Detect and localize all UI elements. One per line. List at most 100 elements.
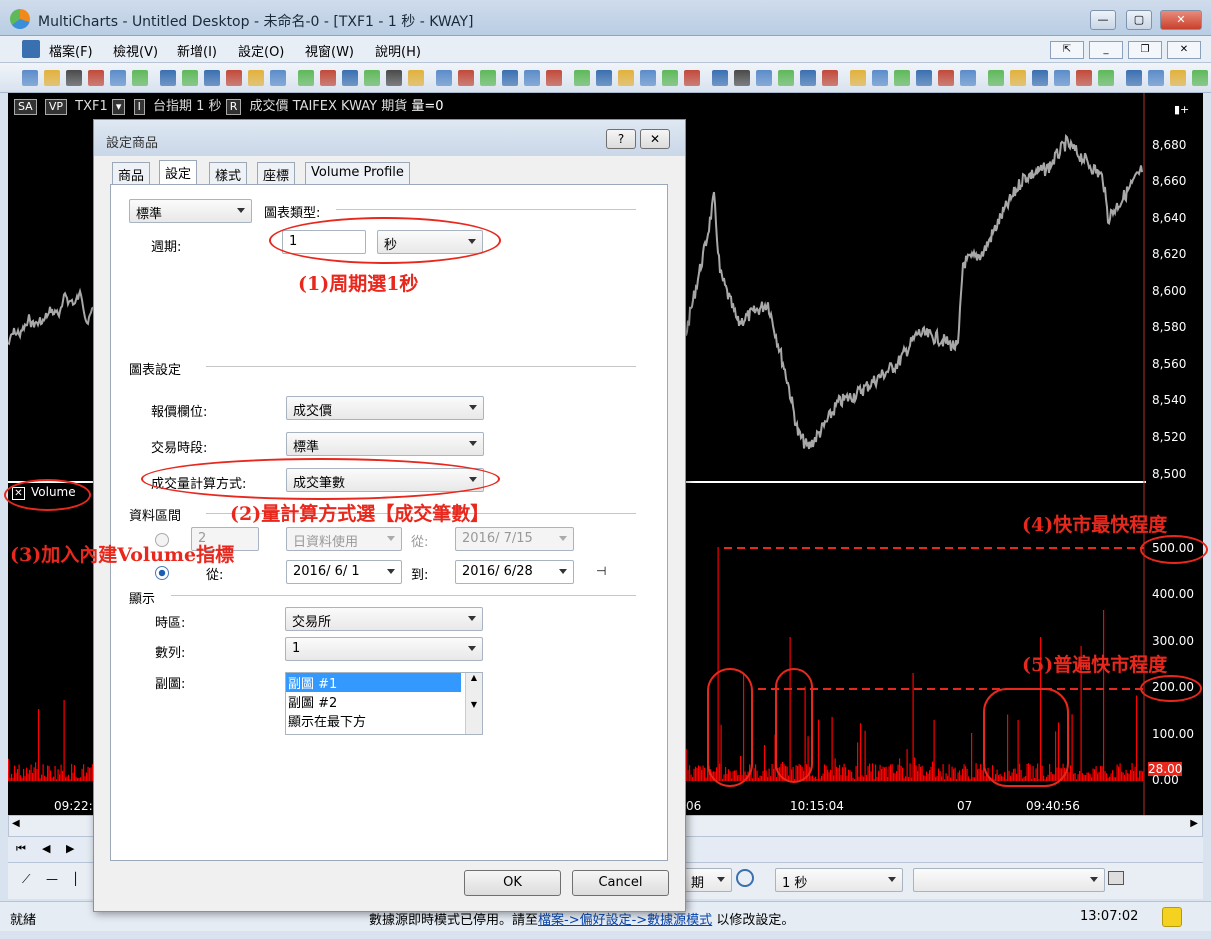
quote-field-combo[interactable]: 成交價 [286,396,484,420]
toolbar-button-icon[interactable] [1054,70,1070,86]
toolbar-button-icon[interactable] [916,70,932,86]
toolbar-button-icon[interactable] [66,70,82,86]
vline-tool-icon[interactable]: │ [72,872,79,886]
dialog-close-button[interactable]: ✕ [640,129,670,149]
toolbar-button-icon[interactable] [408,70,424,86]
toolbar-button-icon[interactable] [800,70,816,86]
trendline-tool-icon[interactable]: ⟋ [22,872,30,887]
toolbar-button-icon[interactable] [248,70,264,86]
toolbar-button-icon[interactable] [662,70,678,86]
tab-scaling[interactable]: 座標 [257,162,296,184]
toolbar-button-icon[interactable] [436,70,452,86]
toolbar-button-icon[interactable] [270,70,286,86]
subchart-option[interactable]: 副圖 #1 [286,673,461,692]
toolbar-button-icon[interactable] [1076,70,1092,86]
toolbar-button-icon[interactable] [88,70,104,86]
toolbar-button-icon[interactable] [1032,70,1048,86]
mdi-restore-button[interactable]: ❐ [1128,41,1162,59]
toolbar-button-icon[interactable] [524,70,540,86]
toolbar-button-icon[interactable] [822,70,838,86]
toolbar-button-icon[interactable] [872,70,888,86]
toolbar-button-icon[interactable] [480,70,496,86]
connection-status-icon[interactable] [1162,907,1182,927]
toolbar-button-icon[interactable] [182,70,198,86]
scroll-left-icon[interactable]: ◀ [12,818,20,829]
vp-badge[interactable]: VP [44,99,68,115]
subchart-option[interactable]: 隱藏 [286,730,482,734]
toolbar-button-icon[interactable] [988,70,1004,86]
timezone-combo[interactable]: 交易所 [285,607,483,631]
toolbar-button-icon[interactable] [894,70,910,86]
toolbar-button-icon[interactable] [386,70,402,86]
toolbar-button-icon[interactable] [204,70,220,86]
app-menu-icon[interactable] [22,40,40,58]
tab-instrument[interactable]: 商品 [112,162,151,184]
menu-help[interactable]: 說明(H) [375,41,421,60]
menu-file[interactable]: 檔案(F) [49,41,93,60]
clock-icon[interactable] [736,869,754,887]
toolbar-button-icon[interactable] [546,70,562,86]
status-message-link[interactable]: 檔案->偏好設定->數據源模式 [538,913,712,928]
toolbar-button-icon[interactable] [734,70,750,86]
sa-badge[interactable]: SA [14,99,37,115]
ok-button[interactable]: OK [464,870,561,896]
price-axis[interactable]: ▮+ [1146,93,1203,815]
range-date-radio[interactable] [155,566,169,580]
menu-insert[interactable]: 新增(I) [177,41,217,60]
session-combo[interactable]: 標準 [286,432,484,456]
toolbar-button-icon[interactable] [1192,70,1208,86]
toolbar-button-icon[interactable] [1148,70,1164,86]
menu-view[interactable]: 檢視(V) [113,41,158,60]
mdi-minimize-button[interactable]: _ [1089,41,1123,59]
from-date-2-picker[interactable]: 2016/ 6/ 1 [286,560,402,584]
cancel-button[interactable]: Cancel [572,870,669,896]
toolbar-button-icon[interactable] [960,70,976,86]
series-combo[interactable]: 1 [285,637,483,661]
toolbar-button-icon[interactable] [342,70,358,86]
toolbar-button-icon[interactable] [938,70,954,86]
toolbar-button-icon[interactable] [1170,70,1186,86]
calendar-icon[interactable] [1108,871,1124,885]
toolbar-button-icon[interactable] [618,70,634,86]
prev-page-icon[interactable]: ◀ [42,842,50,855]
dialog-help-button[interactable]: ? [606,129,636,149]
toolbar-button-icon[interactable] [1010,70,1026,86]
range-unit-combo[interactable]: 日資料使用 [286,527,402,551]
r-badge[interactable]: R [225,99,242,115]
toolbar-button-icon[interactable] [110,70,126,86]
close-button[interactable]: ✕ [1160,10,1202,30]
toolbar-button-icon[interactable] [320,70,336,86]
toolbar-button-icon[interactable] [684,70,700,86]
toolbar-button-icon[interactable] [160,70,176,86]
toolbar-button-icon[interactable] [1098,70,1114,86]
tab-style[interactable]: 樣式 [209,162,248,184]
minimize-button[interactable]: — [1090,10,1116,30]
chart-type-combo[interactable]: 標準 [129,199,252,223]
mdi-popout-button[interactable]: ⇱ [1050,41,1084,59]
first-page-icon[interactable]: ⏮ [16,842,26,856]
tab-volume-profile[interactable]: Volume Profile [305,162,410,184]
pin-icon[interactable]: ⊣ [596,564,606,578]
scroll-right-icon[interactable]: ▶ [1190,818,1198,829]
from-date-1-picker[interactable]: 2016/ 7/15 [455,527,574,551]
toolbar-button-icon[interactable] [574,70,590,86]
toolbar-button-icon[interactable] [756,70,772,86]
toolbar-button-icon[interactable] [778,70,794,86]
subchart-option[interactable]: 副圖 #2 [286,692,482,711]
listbox-scrollbar[interactable]: ▲ ▼ [465,673,482,734]
period-type-combo[interactable]: 期 [684,868,732,892]
next-page-icon[interactable]: ▶ [66,842,74,855]
toolbar-button-icon[interactable] [226,70,242,86]
hline-tool-icon[interactable]: — [46,872,58,886]
toolbar-button-icon[interactable] [132,70,148,86]
menu-window[interactable]: 視窗(W) [305,41,354,60]
toolbar-button-icon[interactable] [364,70,380,86]
toolbar-button-icon[interactable] [22,70,38,86]
symbol-dropdown-icon[interactable]: ▾ [111,99,126,115]
toolbar-button-icon[interactable] [596,70,612,86]
toolbar-button-icon[interactable] [850,70,866,86]
toolbar-button-icon[interactable] [712,70,728,86]
toolbar-button-icon[interactable] [640,70,656,86]
toolbar-button-icon[interactable] [458,70,474,86]
toolbar-button-icon[interactable] [1126,70,1142,86]
